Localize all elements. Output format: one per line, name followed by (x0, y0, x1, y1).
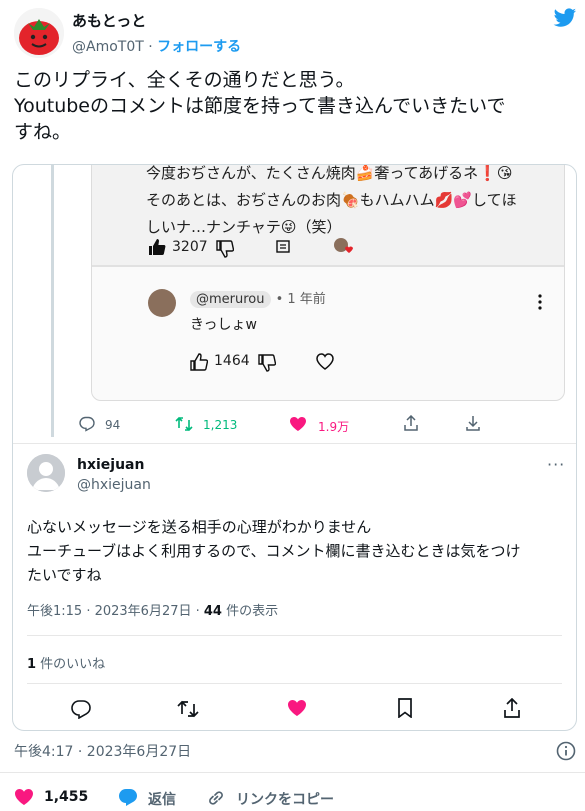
more-options-icon[interactable]: ··· (547, 455, 565, 474)
youtube-comment-panel: 今度おぢさんが、たくさん焼肉🍰奢ってあげるネ❗😘 そのあとは、おぢさんのお肉🍖も… (91, 164, 565, 401)
tweet-text: このリプライ、全くその通りだと思う。 Youtubeのコメントは節度を持って書き… (14, 67, 574, 145)
quoted-tweet-card[interactable]: 今度おぢさんが、たくさん焼肉🍰奢ってあげるネ❗😘 そのあとは、おぢさんのお肉🍖も… (12, 164, 577, 731)
thumbs-down-icon (216, 240, 234, 258)
retweet-icon[interactable] (175, 416, 193, 432)
nested-reply-text: きっしょw (190, 317, 257, 333)
reply-author-handle[interactable]: @hxiejuan (77, 477, 151, 493)
reply-divider (27, 635, 562, 636)
nested-reply-handle: @merurou (190, 291, 271, 308)
creator-heart-icon (332, 236, 354, 256)
footer-like-icon[interactable] (14, 788, 34, 806)
youtube-comment-likes: 3207 (172, 239, 208, 255)
tweet-text-line: すね。 (14, 121, 72, 143)
thumbs-down-icon (258, 354, 276, 372)
reply-author-avatar[interactable] (27, 454, 65, 492)
like-filled-icon[interactable] (289, 416, 307, 432)
quoted-like-count: 1.9万 (318, 420, 350, 434)
youtube-screenshot-image[interactable]: 今度おぢさんが、たくさん焼肉🍰奢ってあげるネ❗😘 そのあとは、おぢさんのお肉🍖も… (13, 164, 576, 437)
reply-user-avatar (148, 289, 176, 317)
reply-action-icon[interactable] (71, 699, 91, 719)
footer-reply-label[interactable]: 返信 (148, 789, 176, 809)
thumbs-up-icon (190, 353, 208, 371)
youtube-comment-line: しいナ…ナンチャテ😜（笑） (146, 218, 342, 236)
reply-text-line: 心ないメッセージを送る相手の心理がわかりません (27, 518, 372, 536)
reply-actions-divider (27, 683, 562, 684)
reply-comment-icon (276, 240, 290, 254)
bookmark-icon[interactable] (397, 698, 413, 718)
share-icon[interactable] (403, 415, 419, 431)
footer-divider (0, 772, 585, 773)
default-user-icon (27, 454, 65, 492)
tweet-text-line: Youtubeのコメントは節度を持って書き込んでいきたいで (14, 95, 506, 117)
quoted-divider (13, 443, 576, 444)
share-action-icon[interactable] (503, 698, 521, 718)
twitter-bird-icon[interactable] (553, 8, 577, 30)
reply-likes-row[interactable]: 1 件のいいね (27, 653, 105, 672)
nested-reply-likes: 1464 (214, 353, 250, 369)
link-icon[interactable] (206, 788, 226, 808)
reply-tweet-meta: 午後1:15 · 2023年6月27日 · 44 件の表示 (27, 600, 278, 619)
nested-reply-time: • 1 年前 (275, 292, 326, 307)
more-vertical-icon (538, 294, 542, 310)
reply-icon[interactable] (79, 416, 95, 432)
quoted-reply-count: 94 (105, 418, 121, 432)
tweet-text-line: このリプライ、全くその通りだと思う。 (14, 69, 355, 91)
reply-like-count: 1 (27, 657, 37, 672)
tweet-timestamp[interactable]: 午後4:17 · 2023年6月27日 (14, 741, 191, 761)
download-icon[interactable] (465, 415, 481, 431)
author-avatar[interactable] (14, 8, 64, 58)
reply-text-line: たいですね (27, 566, 102, 584)
nested-reply-header: @merurou • 1 年前 (190, 288, 326, 308)
youtube-comment-line: そのあとは、おぢさんのお肉🍖もハムハム💋💕してほ (146, 191, 517, 209)
tomato-avatar-icon (14, 8, 64, 58)
reply-like-label: 件のいいね (36, 657, 106, 672)
reply-text-line: ユーチューブはよく利用するので、コメント欄に書き込むときは気をつけ (27, 542, 521, 560)
youtube-comment-line: 今度おぢさんが、たくさん焼肉🍰奢ってあげるネ❗😘 (146, 164, 513, 182)
copy-link-label[interactable]: リンクをコピー (236, 789, 334, 809)
footer-like-count[interactable]: 1,455 (44, 789, 88, 805)
like-filled-action-icon[interactable] (287, 699, 307, 717)
footer-reply-icon[interactable] (118, 787, 138, 807)
author-handle[interactable]: @AmoT0T (72, 39, 144, 55)
retweet-action-icon[interactable] (177, 699, 199, 719)
info-icon[interactable] (556, 741, 576, 761)
thumbs-up-filled-icon (148, 238, 166, 256)
quoted-retweet-count: 1,213 (203, 418, 238, 432)
reply-timestamp[interactable]: 午後1:15 · 2023年6月27日 · (27, 604, 204, 619)
author-handle-row: @AmoT0T · フォローする (72, 36, 241, 56)
reply-tweet-text: 心ないメッセージを送る相手の心理がわかりません ユーチューブはよく利用するので、… (27, 515, 567, 587)
heart-outline-icon (316, 353, 334, 370)
reply-view-label: 件の表示 (221, 604, 279, 619)
comment-separator (92, 266, 564, 267)
reply-author-name[interactable]: hxiejuan (77, 457, 144, 473)
follow-button[interactable]: フォローする (157, 39, 241, 55)
handle-separator: · (143, 39, 158, 55)
thread-line (51, 165, 54, 437)
author-name[interactable]: あもとっと (72, 10, 146, 31)
reply-view-count: 44 (203, 604, 222, 619)
